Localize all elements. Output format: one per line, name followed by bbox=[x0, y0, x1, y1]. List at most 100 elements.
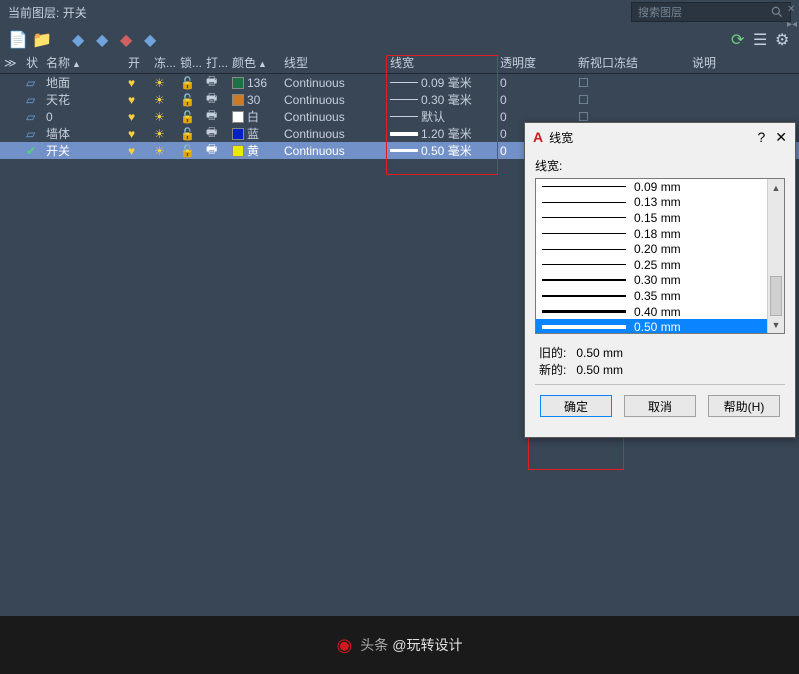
search-input[interactable]: 搜索图层 bbox=[631, 2, 791, 22]
header-name[interactable]: 名称▲ bbox=[42, 54, 124, 71]
scroll-down-icon[interactable]: ▼ bbox=[768, 316, 784, 333]
layer-color[interactable]: 136 bbox=[228, 76, 280, 90]
bulb-on-icon[interactable]: ♥ bbox=[128, 93, 135, 107]
toggle-icon[interactable]: ☰ bbox=[753, 30, 769, 46]
new-label: 新的: bbox=[539, 363, 566, 377]
layer-transparency[interactable]: 0 bbox=[496, 93, 574, 107]
header-transparency[interactable]: 透明度 bbox=[496, 54, 574, 71]
bulb-on-icon[interactable]: ♥ bbox=[128, 127, 135, 141]
header-lock[interactable]: 锁... bbox=[176, 54, 202, 71]
header-newvp[interactable]: 新视口冻结 bbox=[574, 54, 646, 71]
layer-color[interactable]: 白 bbox=[228, 108, 280, 125]
set-current-button[interactable]: ◆ bbox=[144, 30, 160, 46]
layer-lineweight[interactable]: 0.30 毫米 bbox=[386, 91, 496, 108]
scroll-thumb[interactable] bbox=[770, 276, 782, 316]
lineweight-option[interactable]: 0.15 mm bbox=[536, 210, 767, 226]
header-desc[interactable]: 说明 bbox=[688, 54, 738, 71]
footer: ◉ 头条 @玩转设计 bbox=[0, 616, 799, 674]
layer-name: 地面 bbox=[42, 74, 124, 91]
cancel-button[interactable]: 取消 bbox=[624, 395, 696, 417]
layer-panel: ✕ ▸◂ 当前图层: 开关 搜索图层 📄 📁 ◆ ◆ ◆ ◆ ⟳ ☰ ⚙ ≫ 状… bbox=[0, 0, 799, 616]
lock-icon[interactable]: 🔓 bbox=[180, 127, 195, 141]
layer-lineweight[interactable]: 0.09 毫米 bbox=[386, 74, 496, 91]
lineweight-option[interactable]: 0.35 mm bbox=[536, 288, 767, 304]
layer-linetype[interactable]: Continuous bbox=[280, 110, 386, 124]
layer-row[interactable]: ▱天花♥☀🔓🖶30Continuous0.30 毫米0☐ bbox=[0, 91, 799, 108]
header-plot[interactable]: 打... bbox=[202, 54, 228, 71]
layer-lineweight[interactable]: 默认 bbox=[386, 108, 496, 125]
plot-icon[interactable]: 🖶 bbox=[206, 140, 217, 161]
refresh-icon[interactable]: ⟳ bbox=[731, 30, 747, 46]
header-freeze[interactable]: 冻... bbox=[150, 54, 176, 71]
layer-name: 开关 bbox=[42, 142, 124, 159]
help-button[interactable]: 帮助(H) bbox=[708, 395, 780, 417]
lineweight-option[interactable]: 0.09 mm bbox=[536, 179, 767, 195]
scroll-up-icon[interactable]: ▲ bbox=[768, 179, 784, 196]
layer-name: 0 bbox=[42, 110, 124, 124]
layer-color[interactable]: 黄 bbox=[228, 142, 280, 159]
lineweight-option[interactable]: 0.50 mm bbox=[536, 319, 767, 333]
close-icon[interactable]: ✕ bbox=[775, 129, 787, 146]
close-panel-icon[interactable]: ✕ bbox=[787, 4, 797, 15]
layer-name: 天花 bbox=[42, 91, 124, 108]
layer-states-icon[interactable]: 📁 bbox=[32, 30, 48, 46]
lock-icon[interactable]: 🔓 bbox=[180, 144, 195, 158]
delete-layer-button[interactable]: ◆ bbox=[120, 30, 136, 46]
autocad-logo-icon: A bbox=[533, 129, 543, 145]
layer-transparency[interactable]: 0 bbox=[496, 76, 574, 90]
collapse-panel-icon[interactable]: ▸◂ bbox=[787, 19, 797, 30]
sort-arrow-icon: ▲ bbox=[72, 59, 81, 69]
lineweight-option[interactable]: 0.40 mm bbox=[536, 304, 767, 320]
vp-freeze-icon[interactable]: ☐ bbox=[578, 76, 589, 90]
lineweight-option[interactable]: 0.20 mm bbox=[536, 241, 767, 257]
bulb-on-icon[interactable]: ♥ bbox=[128, 144, 135, 158]
new-layer-button[interactable]: ◆ bbox=[72, 30, 88, 46]
layer-lineweight[interactable]: 0.50 毫米 bbox=[386, 142, 496, 159]
lock-icon[interactable]: 🔓 bbox=[180, 93, 195, 107]
lock-icon[interactable]: 🔓 bbox=[180, 110, 195, 124]
layer-linetype[interactable]: Continuous bbox=[280, 127, 386, 141]
layer-color[interactable]: 蓝 bbox=[228, 125, 280, 142]
new-layer-icon[interactable]: 📄 bbox=[8, 30, 24, 46]
lineweight-dialog: A 线宽 ? ✕ 线宽: 0.09 mm0.13 mm0.15 mm0.18 m… bbox=[524, 122, 796, 438]
lineweight-listbox[interactable]: 0.09 mm0.13 mm0.15 mm0.18 mm0.20 mm0.25 … bbox=[535, 178, 785, 334]
lineweight-option[interactable]: 0.30 mm bbox=[536, 273, 767, 289]
sort-arrow-icon: ▲ bbox=[258, 59, 267, 69]
dialog-label: 线宽: bbox=[535, 157, 785, 174]
lineweight-option[interactable]: 0.18 mm bbox=[536, 226, 767, 242]
current-layer-name: 开关 bbox=[63, 4, 87, 21]
header-color[interactable]: 颜色▲ bbox=[228, 54, 280, 71]
layer-icon: ▱ bbox=[26, 127, 35, 141]
layer-row[interactable]: ▱地面♥☀🔓🖶136Continuous0.09 毫米0☐ bbox=[0, 74, 799, 91]
layer-linetype[interactable]: Continuous bbox=[280, 93, 386, 107]
bulb-on-icon[interactable]: ♥ bbox=[128, 110, 135, 124]
column-headers: ≫ 状 名称▲ 开 冻... 锁... 打... 颜色▲ 线型 线宽 透明度 新… bbox=[0, 52, 799, 74]
sun-icon[interactable]: ☀ bbox=[154, 93, 165, 107]
lock-icon[interactable]: 🔓 bbox=[180, 76, 195, 90]
lineweight-option[interactable]: 0.25 mm bbox=[536, 257, 767, 273]
layer-linetype[interactable]: Continuous bbox=[280, 76, 386, 90]
layer-color[interactable]: 30 bbox=[228, 93, 280, 107]
scrollbar[interactable]: ▲ ▼ bbox=[767, 179, 784, 333]
sun-icon[interactable]: ☀ bbox=[154, 110, 165, 124]
ok-button[interactable]: 确定 bbox=[540, 395, 612, 417]
sun-icon[interactable]: ☀ bbox=[154, 144, 165, 158]
bulb-on-icon[interactable]: ♥ bbox=[128, 76, 135, 90]
layer-linetype[interactable]: Continuous bbox=[280, 144, 386, 158]
header-status[interactable]: 状 bbox=[22, 54, 42, 71]
old-value: 0.50 mm bbox=[576, 346, 623, 360]
help-icon[interactable]: ? bbox=[757, 129, 765, 145]
header-lineweight[interactable]: 线宽 bbox=[386, 54, 496, 71]
lineweight-option[interactable]: 0.13 mm bbox=[536, 195, 767, 211]
layer-icon: ▱ bbox=[26, 76, 35, 90]
settings-icon[interactable]: ⚙ bbox=[775, 30, 791, 46]
new-value: 0.50 mm bbox=[576, 363, 623, 377]
layer-lineweight[interactable]: 1.20 毫米 bbox=[386, 125, 496, 142]
header-on[interactable]: 开 bbox=[124, 54, 150, 71]
expand-toggle[interactable]: ≫ bbox=[0, 56, 22, 70]
vp-freeze-icon[interactable]: ☐ bbox=[578, 93, 589, 107]
header-linetype[interactable]: 线型 bbox=[280, 54, 386, 71]
sun-icon[interactable]: ☀ bbox=[154, 76, 165, 90]
sun-icon[interactable]: ☀ bbox=[154, 127, 165, 141]
freeze-layer-button[interactable]: ◆ bbox=[96, 30, 112, 46]
